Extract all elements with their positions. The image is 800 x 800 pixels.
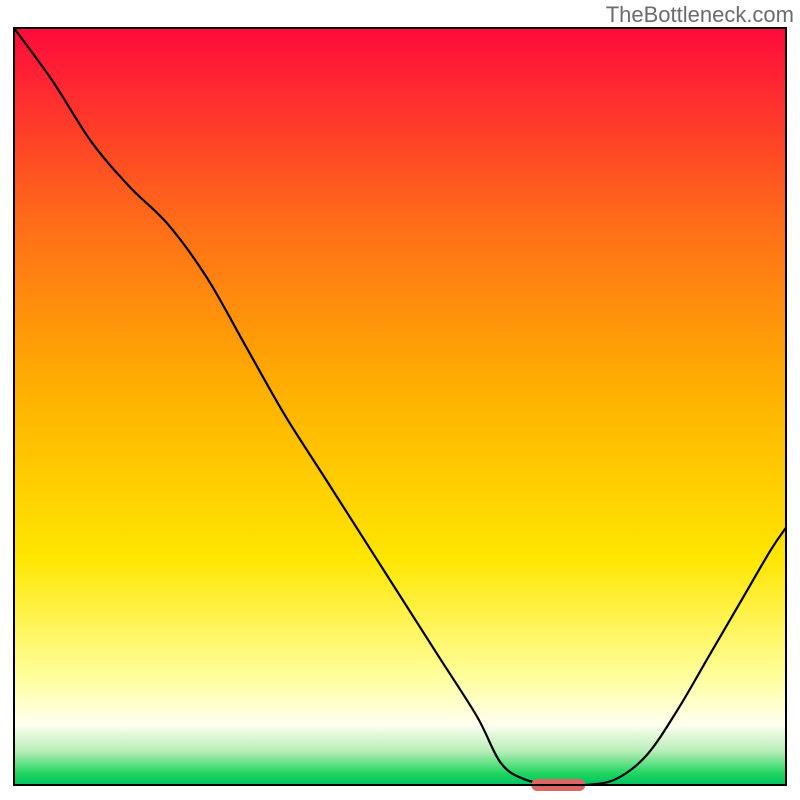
bottleneck-chart [0,0,800,800]
gradient-background [14,28,786,785]
chart-container: TheBottleneck.com [0,0,800,800]
